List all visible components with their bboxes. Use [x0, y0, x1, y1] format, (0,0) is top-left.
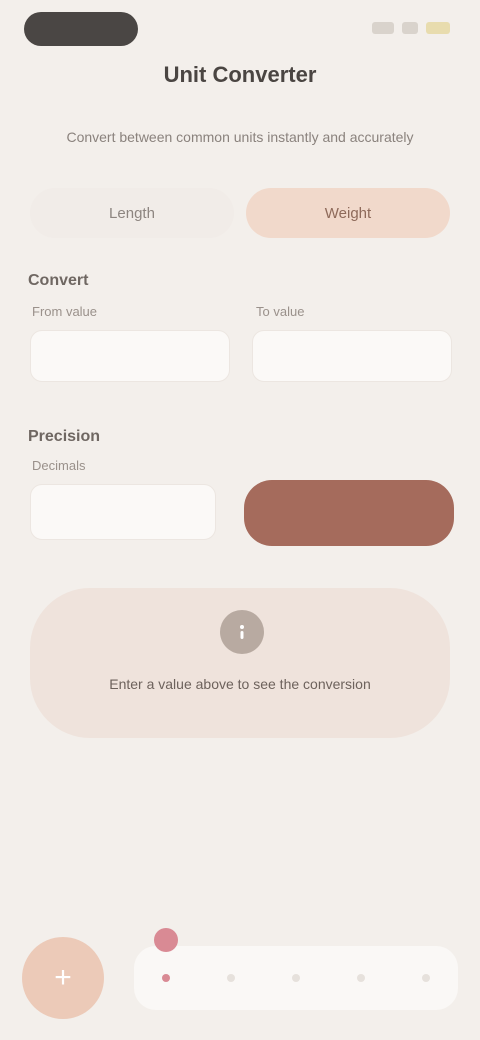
segment-length[interactable]: Length — [30, 188, 234, 238]
from-value-input[interactable] — [30, 330, 230, 382]
to-value-input[interactable] — [252, 330, 452, 382]
convert-section-label: Convert — [28, 272, 89, 289]
tab-settings[interactable] — [404, 956, 448, 1000]
gear-icon — [421, 974, 430, 982]
wifi-icon — [402, 22, 418, 34]
plus-icon[interactable]: + — [22, 937, 104, 1019]
tab-bar — [134, 928, 458, 1010]
tab-home[interactable] — [144, 928, 188, 1000]
apply-button[interactable] — [244, 480, 454, 546]
from-label: From value — [32, 304, 98, 319]
unit-segmented-control: Length Weight — [30, 188, 450, 238]
home-icon — [162, 974, 171, 982]
decimals-input[interactable] — [30, 484, 216, 540]
hint-text: Enter a value above to see the conversio… — [109, 676, 371, 692]
battery-icon — [426, 22, 450, 34]
decimals-label: Decimals — [32, 458, 86, 473]
hint-card: Enter a value above to see the conversio… — [30, 588, 450, 738]
tab-stats[interactable] — [339, 956, 383, 1000]
chart-icon — [356, 974, 365, 982]
precision-section-label: Precision — [28, 428, 101, 445]
tab-history[interactable] — [209, 956, 253, 1000]
history-icon — [227, 974, 236, 982]
status-pill — [24, 12, 138, 46]
star-icon — [291, 974, 300, 982]
page-title: Unit Converter — [163, 62, 317, 87]
segment-weight[interactable]: Weight — [246, 188, 450, 238]
status-icons — [372, 22, 450, 34]
bottom-navigation: + — [22, 928, 458, 1019]
to-label: To value — [256, 304, 305, 319]
signal-icon — [372, 22, 394, 34]
tab-favorites[interactable] — [274, 956, 318, 1000]
page-subtitle: Convert between common units instantly a… — [66, 129, 414, 145]
active-tab-marker — [154, 928, 179, 952]
info-icon — [220, 610, 264, 654]
